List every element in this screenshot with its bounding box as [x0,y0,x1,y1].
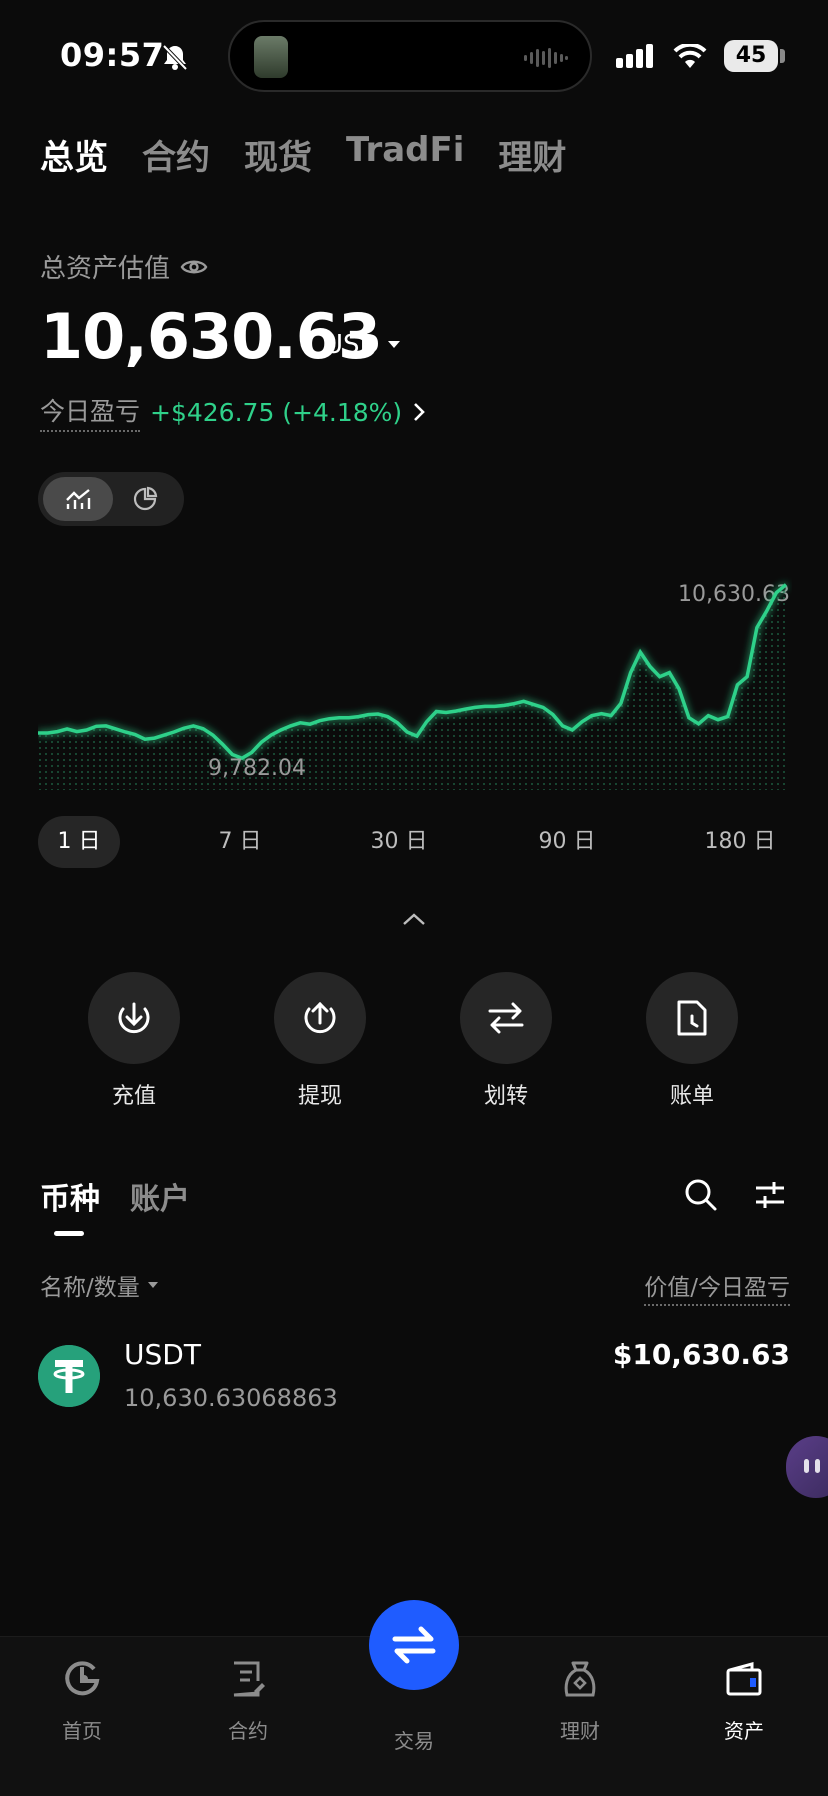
assistant-icon [804,1459,820,1473]
filter-settings-icon[interactable] [754,1180,786,1210]
period-selector: 1 日 7 日 30 日 90 日 180 日 [38,816,792,868]
chevron-right-icon [414,403,426,421]
battery-level: 45 [724,40,778,72]
nav-home[interactable]: 首页 [32,1657,132,1744]
withdraw-action[interactable]: 提现 [274,972,368,1110]
wifi-icon [673,44,707,68]
transfer-label: 划转 [483,1084,528,1109]
nav-earn[interactable]: 理财 [530,1657,630,1744]
live-activity-avatar [254,36,288,78]
coin-value: $10,630.63 [612,1338,790,1371]
bill-action[interactable]: 账单 [646,972,740,1110]
bill-label: 账单 [669,1084,714,1109]
nav-assets[interactable]: 资产 [694,1657,794,1744]
status-time: 09:57 [60,36,165,74]
tab-contract[interactable]: 合约 [142,130,210,179]
bell-muted-icon [162,44,188,71]
chart-min-label: 9,782.04 [208,756,306,781]
line-chart-icon [66,489,91,509]
list-header-value[interactable]: 价值/今日盈亏 [644,1268,790,1306]
bill-icon [677,1000,707,1036]
audio-wave-icon [524,48,568,68]
home-icon [65,1661,100,1696]
deposit-action[interactable]: 充值 [88,972,182,1110]
today-pnl-value: +$426.75 (+4.18%) [150,397,403,427]
period-7d[interactable]: 7 日 [200,816,280,868]
pie-chart-toggle[interactable] [110,477,180,521]
caret-down-icon [387,341,400,348]
nav-trade[interactable]: 交易 [364,1711,464,1754]
nav-assets-label: 资产 [724,1719,764,1743]
transfer-icon [488,1002,524,1034]
contract-icon [233,1661,265,1697]
dynamic-island[interactable] [228,20,592,92]
asset-line-chart[interactable] [38,560,792,790]
today-pnl-row[interactable]: 今日盈亏 +$426.75 (+4.18%) [40,392,426,432]
earn-icon [564,1661,596,1697]
sort-by-name[interactable]: 名称/数量 [40,1268,158,1302]
wallet-icon [726,1662,762,1696]
chart-area-fill [38,584,786,790]
currency-label: USD [324,330,380,360]
pie-chart-icon [133,486,158,511]
period-180d[interactable]: 180 日 [688,816,792,868]
deposit-label: 充值 [111,1084,156,1109]
total-assets-label: 总资产估值 [40,254,171,284]
tab-accounts[interactable]: 账户 [130,1174,190,1218]
tab-spot[interactable]: 现货 [244,130,312,179]
trade-icon [392,1626,436,1664]
coin-quantity: 10,630.63068863 [124,1384,338,1412]
nav-contract-label: 合约 [228,1719,268,1743]
eye-icon[interactable] [180,257,208,277]
chart-type-toggle [38,472,184,526]
deposit-button[interactable] [88,972,180,1064]
caret-down-icon [147,1281,158,1288]
nav-contract[interactable]: 合约 [198,1657,298,1744]
currency-selector[interactable]: USD [324,330,400,360]
search-icon[interactable] [684,1178,718,1212]
list-header-name: 名称/数量 [40,1275,140,1301]
top-tabs: 总览 合约 现货 TradFi 理财 [40,130,566,179]
battery-tip [780,49,785,63]
tab-coins[interactable]: 币种 [40,1174,100,1218]
deposit-icon [118,1002,150,1034]
signal-icon [616,44,653,68]
nav-earn-label: 理财 [560,1719,600,1743]
tab-overview[interactable]: 总览 [40,130,108,179]
period-30d[interactable]: 30 日 [354,816,444,868]
withdraw-label: 提现 [297,1084,342,1109]
withdraw-button[interactable] [274,972,366,1064]
usdt-icon [38,1345,100,1407]
nav-trade-label: 交易 [394,1729,434,1753]
transfer-button[interactable] [460,972,552,1064]
floating-assistant-button[interactable] [786,1436,828,1498]
transfer-action[interactable]: 划转 [460,972,554,1110]
line-chart-toggle[interactable] [43,477,113,521]
today-pnl-label: 今日盈亏 [40,392,141,432]
trade-button[interactable] [369,1600,459,1690]
period-90d[interactable]: 90 日 [522,816,612,868]
nav-home-label: 首页 [62,1719,102,1743]
chevron-up-icon[interactable] [402,912,426,926]
period-1d[interactable]: 1 日 [38,816,120,868]
tab-earn[interactable]: 理财 [498,130,566,179]
coin-name[interactable]: USDT [124,1338,201,1371]
bill-button[interactable] [646,972,738,1064]
active-tab-indicator [54,1231,84,1236]
total-assets-label-row: 总资产估值 [40,248,208,285]
withdraw-icon [304,1001,336,1034]
tab-tradfi[interactable]: TradFi [346,130,464,179]
